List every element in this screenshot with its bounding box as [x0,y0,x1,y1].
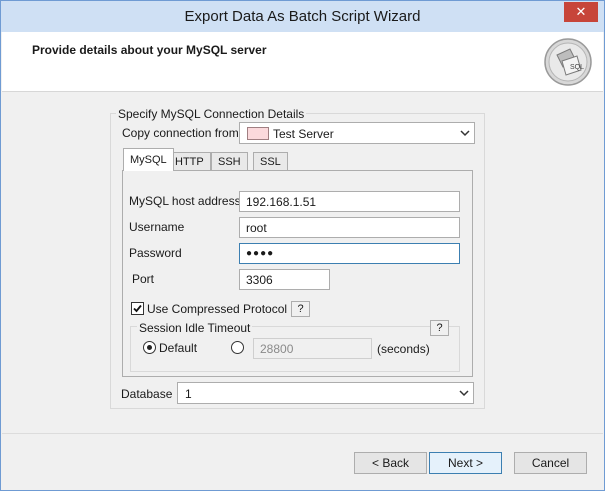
copy-connection-value: Test Server [273,127,334,141]
tab-http[interactable]: HTTP [168,152,211,171]
port-input[interactable]: 3306 [239,269,330,290]
tab-ssl[interactable]: SSL [253,152,288,171]
compressed-protocol-checkbox[interactable] [131,302,144,315]
connection-group-title: Specify MySQL Connection Details [116,107,307,121]
database-select[interactable]: 1 [177,382,474,404]
port-label: Port [132,272,155,286]
copy-connection-select[interactable]: Test Server [239,122,475,144]
tab-ssh[interactable]: SSH [211,152,248,171]
password-label: Password [129,246,182,260]
database-value: 1 [185,387,192,401]
timeout-unit-label: (seconds) [377,342,430,356]
password-input[interactable]: ●●●● [239,243,460,264]
connection-color-swatch [247,127,269,140]
sql-icon-text: SQL [570,64,584,71]
custom-timeout-radio[interactable] [231,341,244,354]
back-button[interactable]: < Back [354,452,427,474]
timeout-help-button[interactable]: ? [430,320,449,336]
chevron-down-icon [459,390,469,397]
footer-separator [2,433,603,434]
timeout-seconds-input[interactable]: 28800 [253,338,372,359]
page-heading: Provide details about your MySQL server [32,43,267,57]
username-label: Username [129,220,185,234]
compressed-protocol-label[interactable]: Use Compressed Protocol [147,302,287,316]
tab-mysql[interactable]: MySQL [123,148,174,171]
database-label: Database [121,387,173,401]
host-label: MySQL host address [129,194,241,208]
default-timeout-label[interactable]: Default [159,341,197,355]
copy-connection-label: Copy connection from [122,126,239,140]
default-timeout-radio[interactable] [143,341,156,354]
next-button[interactable]: Next > [429,452,502,474]
title-bar[interactable]: Export Data As Batch Script Wizard ✕ [1,1,604,32]
username-input[interactable]: root [239,217,460,238]
host-input[interactable]: 192.168.1.51 [239,191,460,212]
radio-selected-dot [147,345,152,350]
chevron-down-icon [460,130,470,137]
window-title: Export Data As Batch Script Wizard [184,8,421,25]
cancel-button[interactable]: Cancel [514,452,587,474]
session-timeout-title: Session Idle Timeout [137,321,253,335]
wizard-header: Provide details about your MySQL server … [2,32,603,92]
wizard-window: Export Data As Batch Script Wizard ✕ Pro… [0,0,605,491]
compressed-help-button[interactable]: ? [291,301,310,317]
checkmark-icon [133,304,142,313]
close-button[interactable]: ✕ [564,2,598,22]
sql-wizard-icon: SQL [544,38,592,86]
